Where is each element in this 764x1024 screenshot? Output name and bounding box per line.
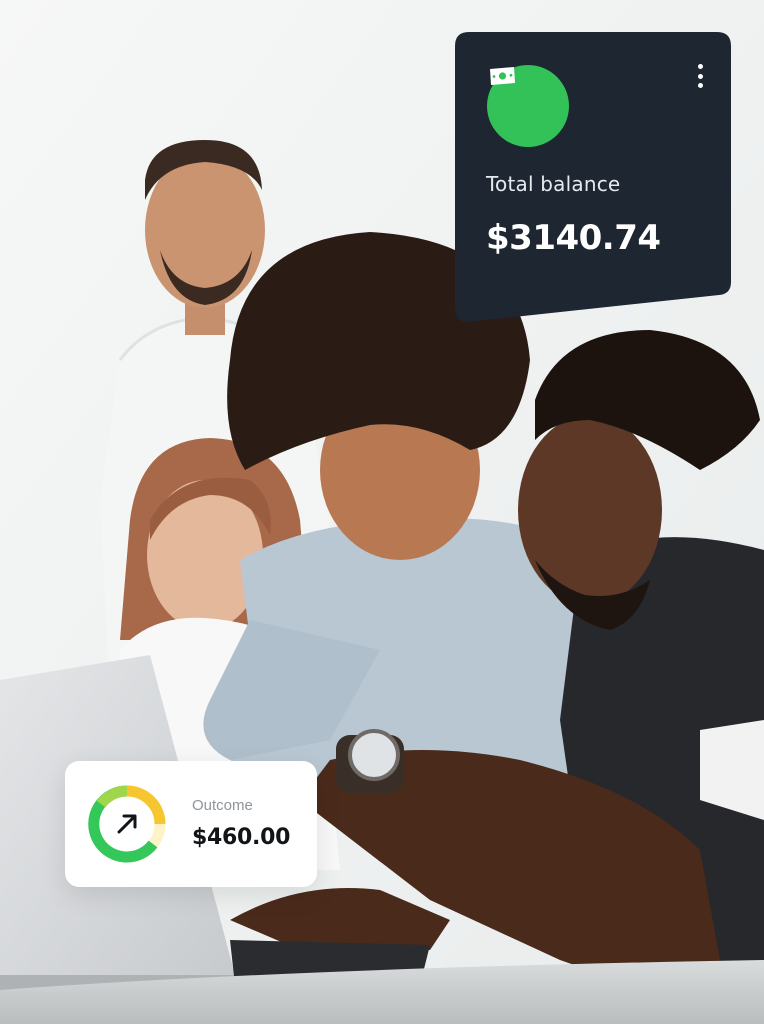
outcome-card[interactable]: Outcome $460.00 [65, 761, 317, 887]
total-balance-label: Total balance [486, 172, 621, 196]
outcome-amount: $460.00 [192, 825, 291, 850]
more-vertical-icon[interactable] [697, 64, 703, 88]
arrow-up-right-icon [117, 814, 137, 834]
total-balance-amount: $3140.74 [486, 218, 661, 258]
outcome-progress-ring [88, 785, 166, 863]
total-balance-card[interactable]: Total balance $3140.74 [455, 32, 731, 322]
outcome-label: Outcome [192, 797, 253, 814]
money-icon [487, 65, 569, 147]
